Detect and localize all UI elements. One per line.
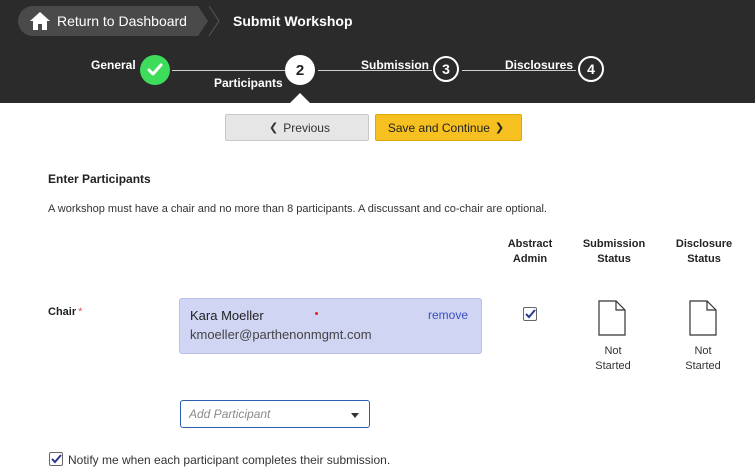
- step-general-label: General: [91, 58, 136, 72]
- chair-participant-card: Kara Moeller kmoeller@parthenonmgmt.com …: [179, 298, 482, 354]
- column-submission-status-line2: Status: [597, 253, 631, 265]
- checkmark-icon: [524, 309, 536, 319]
- notify-checkbox[interactable]: [49, 452, 63, 466]
- step-disclosures-label: Disclosures: [505, 58, 574, 72]
- notify-label[interactable]: Notify me when each participant complete…: [68, 453, 390, 467]
- column-disclosure-status-line1: Disclosure: [675, 238, 733, 250]
- add-participant-placeholder: Add Participant: [189, 407, 271, 421]
- participant-name: Kara Moeller: [190, 308, 264, 323]
- submission-status-line1: Not: [604, 345, 622, 357]
- stepper-line: [172, 70, 286, 71]
- disclosure-status-line2: Started: [685, 360, 721, 372]
- page-title: Submit Workshop: [233, 13, 353, 29]
- participants-info-text: A workshop must have a chair and no more…: [48, 203, 547, 215]
- top-header: Return to Dashboard Submit Workshop Gene…: [0, 0, 755, 103]
- step-disclosures-number[interactable]: 4: [578, 56, 604, 82]
- indicator-dot: [315, 312, 318, 315]
- breadcrumb-separator-icon: [208, 6, 220, 36]
- save-and-continue-button[interactable]: Save and Continue ❯: [375, 114, 522, 141]
- return-to-dashboard-button[interactable]: Return to Dashboard: [18, 6, 208, 36]
- submission-document-icon: [598, 300, 626, 336]
- checkmark-icon: [147, 63, 163, 76]
- step-participants-number[interactable]: 2: [285, 55, 315, 85]
- column-submission-status: Submission Status: [575, 237, 653, 267]
- column-disclosure-status-line2: Status: [687, 253, 721, 265]
- required-marker: *: [78, 306, 83, 318]
- participant-email: kmoeller@parthenonmgmt.com: [190, 327, 372, 342]
- return-to-dashboard-label: Return to Dashboard: [57, 13, 187, 29]
- add-participant-select[interactable]: Add Participant: [180, 400, 370, 428]
- step-submission-number[interactable]: 3: [433, 56, 459, 82]
- active-step-pointer: [290, 93, 310, 103]
- chair-role-label: Chair *: [48, 306, 82, 318]
- home-icon: [30, 12, 50, 30]
- chair-role-text: Chair: [48, 306, 77, 318]
- submission-status-line2: Started: [595, 360, 631, 372]
- column-abstract-admin: Abstract Admin: [495, 237, 565, 267]
- save-button-label: Save and Continue: [387, 120, 490, 135]
- chevron-right-icon: ❯: [494, 122, 505, 134]
- abstract-admin-checkbox[interactable]: [523, 307, 537, 321]
- disclosure-status-text: Not Started: [678, 344, 728, 374]
- remove-participant-link[interactable]: remove: [428, 308, 468, 322]
- step-general-done[interactable]: [140, 55, 170, 85]
- submission-status-text: Not Started: [588, 344, 638, 374]
- column-abstract-admin-line1: Abstract: [507, 238, 553, 250]
- section-title: Enter Participants: [48, 172, 151, 186]
- previous-button[interactable]: ❮ Previous: [225, 114, 369, 141]
- disclosure-document-icon: [689, 300, 717, 336]
- column-abstract-admin-line2: Admin: [512, 253, 548, 265]
- checkmark-icon: [50, 454, 62, 464]
- column-submission-status-line1: Submission: [582, 238, 646, 250]
- previous-button-label: Previous: [283, 120, 330, 135]
- chevron-down-icon: [351, 413, 359, 418]
- chevron-left-icon: ❮: [269, 122, 279, 134]
- column-disclosure-status: Disclosure Status: [665, 237, 743, 267]
- disclosure-status-line1: Not: [694, 345, 712, 357]
- step-participants-label: Participants: [214, 76, 283, 90]
- step-submission-label: Submission: [361, 58, 430, 72]
